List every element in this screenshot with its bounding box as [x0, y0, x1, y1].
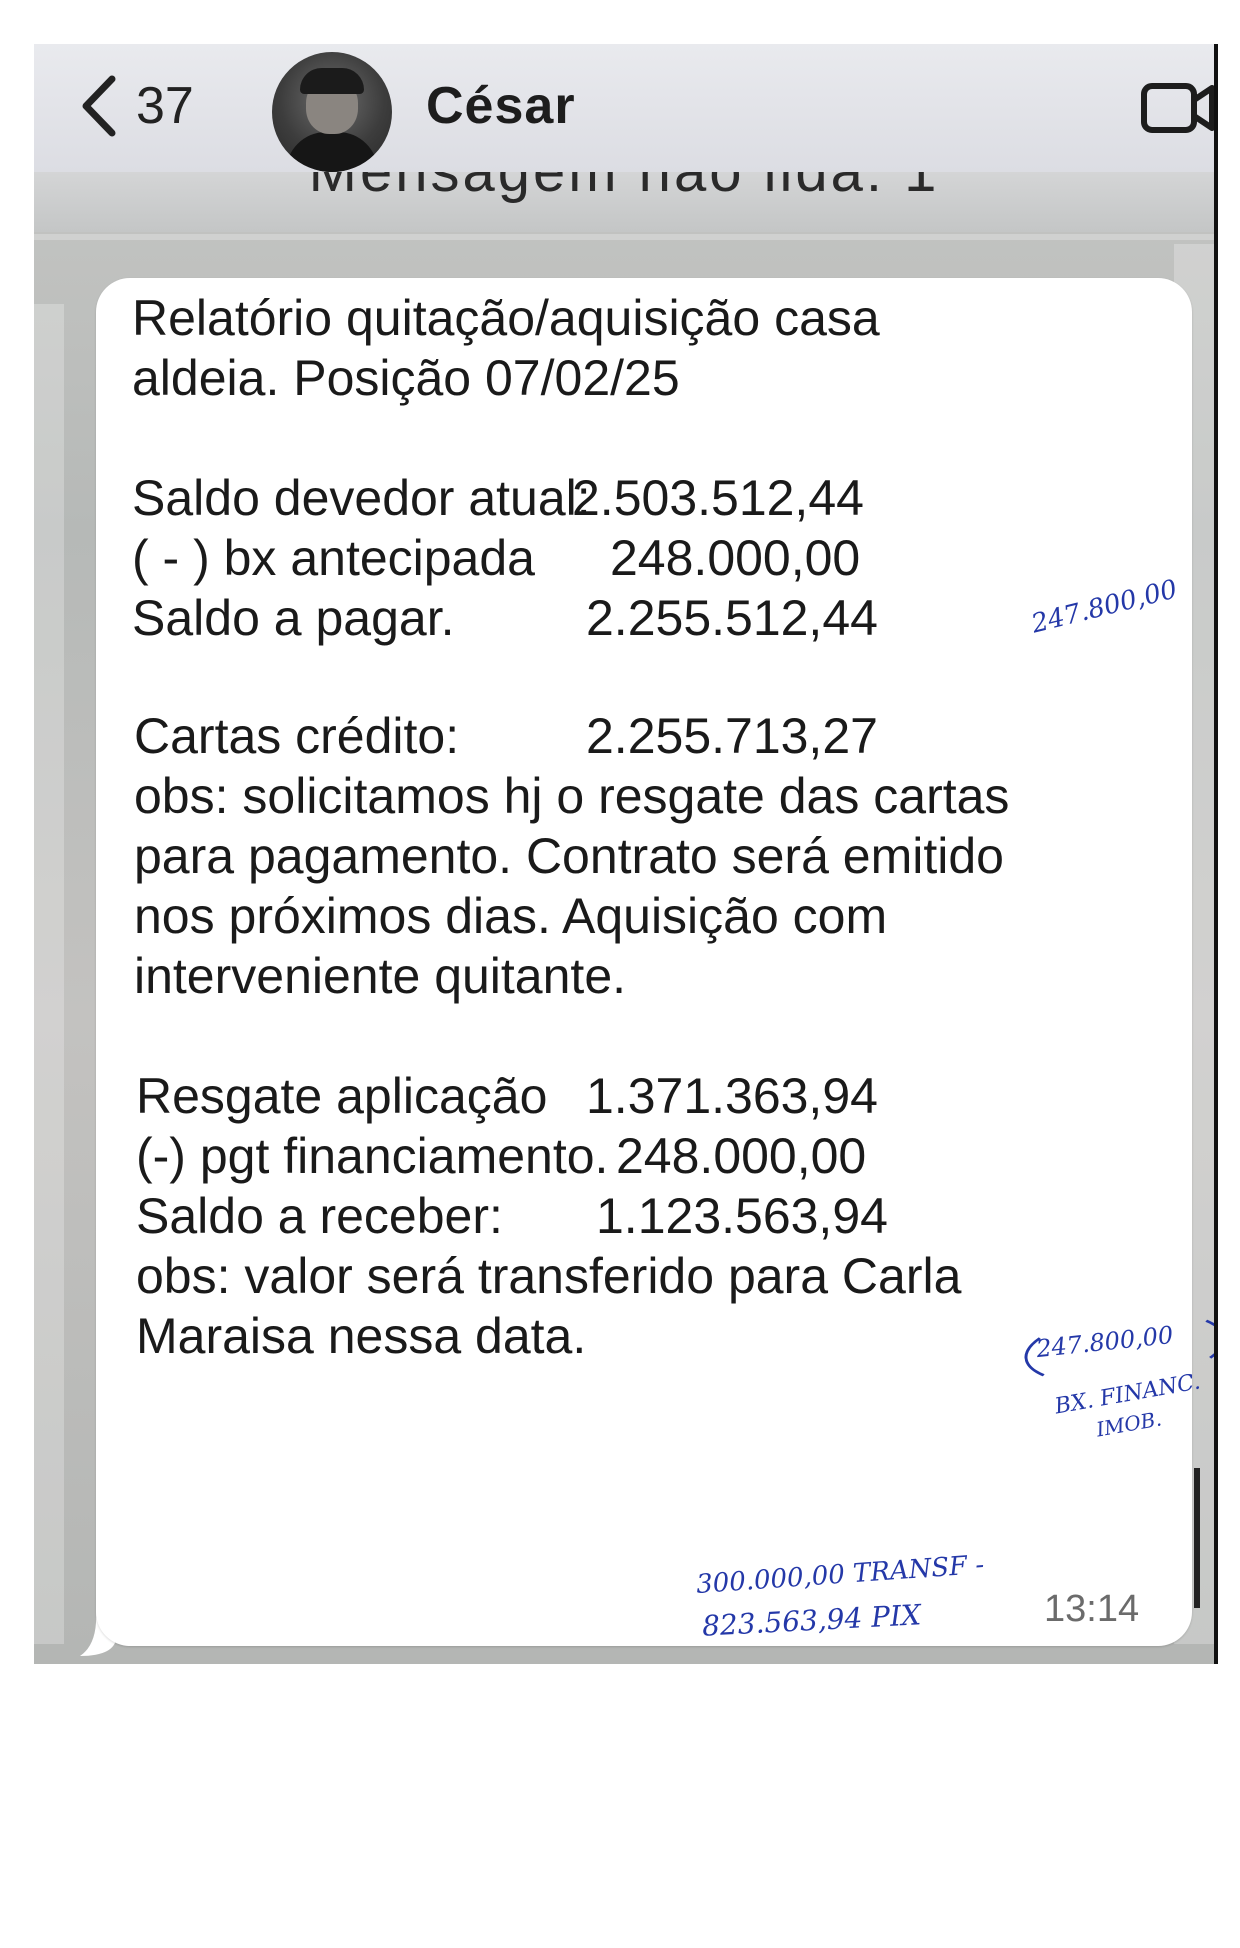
cartas-credito-label: Cartas crédito:: [134, 708, 460, 764]
message-body: Relatório quitação/aquisição casa aldeia…: [96, 278, 1192, 1646]
chevron-left-icon: [82, 75, 116, 137]
unread-count: 37: [136, 77, 194, 135]
unread-banner-text: Mensagem não lida: 1: [34, 172, 1214, 205]
obs2-line2: Maraisa nessa data.: [136, 1308, 587, 1364]
obs2-line1: obs: valor será transferido para Carla: [136, 1248, 962, 1304]
wallpaper-streak: [34, 234, 1214, 240]
avatar[interactable]: [272, 52, 392, 172]
message-title-line2: aldeia. Posição 07/02/25: [132, 350, 680, 406]
avatar-body: [286, 132, 378, 172]
saldo-devedor-value: 2.503.512,44: [572, 470, 864, 526]
phone-screenshot: 37 César Mensagem não lida: 1 Relatório …: [34, 44, 1218, 1664]
resgate-aplicacao-value: 1.371.363,94: [586, 1068, 878, 1124]
saldo-receber-value: 1.123.563,94: [596, 1188, 888, 1244]
message-title-line1: Relatório quitação/aquisição casa: [132, 290, 880, 346]
pgt-financiamento-value: 248.000,00: [616, 1128, 867, 1184]
contact-name[interactable]: César: [426, 76, 576, 136]
bx-antecipada-value: 248.000,00: [610, 530, 861, 586]
resgate-aplicacao-label: Resgate aplicação: [136, 1068, 548, 1124]
message-bubble[interactable]: Relatório quitação/aquisição casa aldeia…: [96, 278, 1192, 1646]
obs1-line2: para pagamento. Contrato será emitido: [134, 828, 1004, 884]
unread-banner: Mensagem não lida: 1: [34, 172, 1214, 232]
saldo-receber-label: Saldo a receber:: [136, 1188, 503, 1244]
bx-antecipada-label: ( - ) bx antecipada: [132, 530, 535, 586]
obs1-line3: nos próximos dias. Aquisição com: [134, 888, 888, 944]
chat-header: 37 César: [34, 44, 1214, 173]
cartas-credito-value: 2.255.713,27: [586, 708, 878, 764]
scan-mark: [1194, 1468, 1200, 1608]
message-timestamp: 13:14: [1044, 1588, 1140, 1630]
back-button[interactable]: 37: [74, 66, 234, 146]
wallpaper-streak: [34, 304, 64, 1644]
saldo-pagar-label: Saldo a pagar.: [132, 590, 455, 646]
video-call-icon[interactable]: [1138, 70, 1214, 146]
pgt-financiamento-label: (-) pgt financiamento.: [136, 1128, 609, 1184]
obs1-line4: interveniente quitante.: [134, 948, 627, 1004]
obs1-line1: obs: solicitamos hj o resgate das cartas: [134, 768, 1010, 824]
saldo-devedor-label: Saldo devedor atual:: [132, 470, 591, 526]
avatar-cap: [300, 68, 364, 94]
saldo-pagar-value: 2.255.512,44: [586, 590, 878, 646]
